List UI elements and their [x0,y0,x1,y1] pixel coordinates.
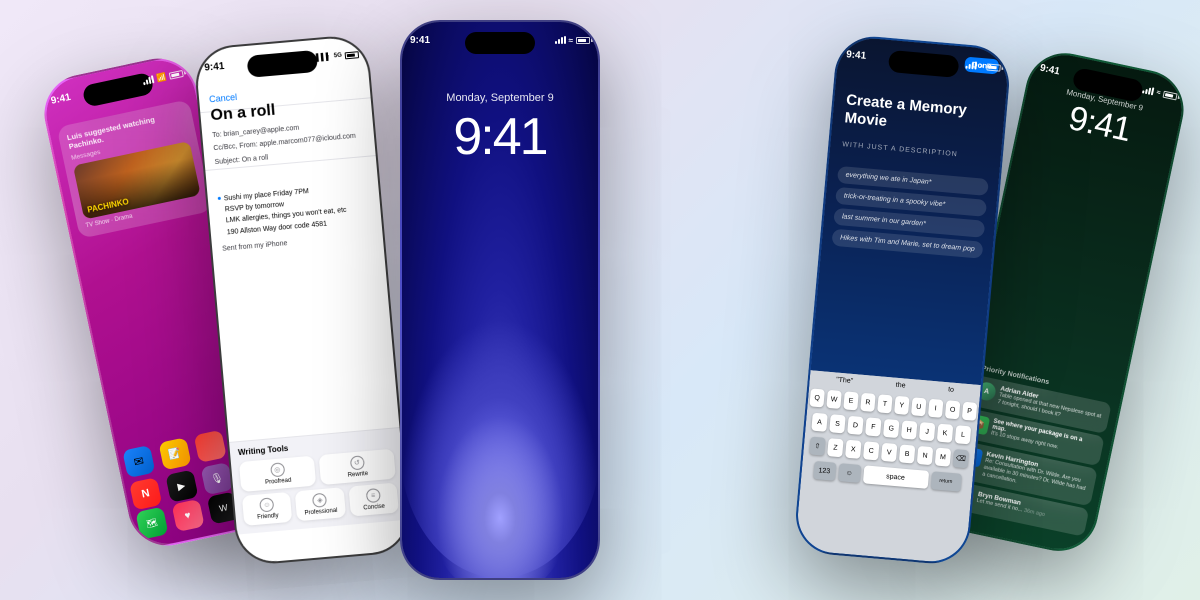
status-time-5: 9:41 [1039,62,1061,77]
key-Q[interactable]: Q [809,388,825,407]
key-space[interactable]: space [862,465,928,489]
lock-date: Monday, September 9 [402,92,598,104]
key-Z[interactable]: Z [827,438,844,457]
mail-body[interactable]: Sushi my place Friday 7PM RSVP by tomorr… [217,181,373,255]
key-Y[interactable]: Y [894,396,910,415]
key-delete[interactable]: ⌫ [953,449,970,468]
memory-title: Create a Memory Movie [844,91,994,140]
key-N[interactable]: N [917,446,934,465]
app-mail[interactable]: ✉ [122,445,155,478]
status-icons-2: ▌▌▌ 5G [316,51,359,62]
proofread-label: Proofread [265,478,292,486]
wifi-icon-5: ≈ [1156,89,1161,97]
suggestion-3[interactable]: to [948,386,954,393]
battery-5 [1163,90,1178,100]
key-C[interactable]: C [863,441,880,460]
status-icons-5: ≈ [1142,85,1178,100]
status-time-4: 9:41 [846,49,867,62]
key-I[interactable]: I [928,399,944,418]
key-X[interactable]: X [845,440,862,459]
key-T[interactable]: T [877,394,893,413]
wifi-icon-4: ≈ [980,62,984,69]
professional-button[interactable]: ◈ Professional [295,487,346,521]
keyboard[interactable]: "The" the to Q W E R T Y U I O [795,370,981,564]
concise-button[interactable]: ≡ Concise [348,483,399,517]
key-W[interactable]: W [826,390,842,409]
key-G[interactable]: G [883,419,900,438]
key-F[interactable]: F [865,417,882,436]
status-time-2: 9:41 [204,60,225,73]
key-123[interactable]: 123 [813,461,836,481]
rewrite-icon: ↺ [349,455,364,470]
friendly-icon: ☺ [259,497,274,512]
battery-2 [345,51,360,59]
status-icons-1: 📶 [142,68,184,85]
status-icons-4: ≈ [966,61,1001,72]
status-icons-3: ≈ [555,36,590,45]
suggestion-1[interactable]: "The" [836,377,854,385]
status-time-3: 9:41 [410,35,430,46]
signal-icon-3 [555,36,566,44]
app-news[interactable]: N [129,477,162,510]
professional-label: Professional [304,508,337,517]
suggestion-2[interactable]: the [895,382,905,390]
memory-items-list: everything we ate in Japan* trick-or-tre… [821,165,999,264]
key-L[interactable]: L [955,425,972,444]
proofread-icon: ◎ [270,462,285,477]
professional-icon: ◈ [312,493,327,508]
rewrite-button[interactable]: ↺ Rewrite [319,449,396,485]
wifi-icon-1: 📶 [156,72,168,83]
key-B[interactable]: B [899,444,916,463]
phone-lockscreen: 9:41 ≈ Monday, September 9 9:41 [400,20,600,580]
writing-tools-panel: Writing Tools ◎ Proofread ↺ Rewrite [229,427,407,535]
key-H[interactable]: H [901,420,918,439]
key-P[interactable]: P [962,402,978,421]
key-J[interactable]: J [919,422,936,441]
key-D[interactable]: D [847,416,864,435]
app-tv[interactable]: ▶ [165,470,198,503]
signal-icon-2: ▌▌▌ [316,53,331,61]
key-M[interactable]: M [935,448,952,467]
message-card[interactable]: Luis suggested watching Pachinko. Messag… [57,99,213,239]
app-maps[interactable]: 🗺 [135,507,168,540]
battery-4 [986,63,1001,71]
concise-label: Concise [363,504,385,512]
memory-subtitle: WITH JUST A DESCRIPTION [842,141,989,161]
friendly-label: Friendly [257,513,279,521]
status-time-1: 9:41 [50,91,72,106]
wifi-icon-3: ≈ [569,36,573,45]
phones-container: 9:41 📶 Luis suggested watching Pachinko.… [0,0,1200,600]
key-U[interactable]: U [911,397,927,416]
lock-time: 9:41 [402,107,598,167]
battery-3 [576,37,590,44]
key-A[interactable]: A [811,413,828,432]
app-reminders[interactable] [194,430,227,463]
concise-icon: ≡ [366,488,381,503]
app-health[interactable]: ♥ [171,499,204,532]
key-S[interactable]: S [829,414,846,433]
friendly-button[interactable]: ☺ Friendly [242,492,293,526]
key-shift[interactable]: ⇧ [809,437,826,456]
key-V[interactable]: V [881,443,898,462]
status-bar-3: 9:41 ≈ [410,30,590,50]
signal-icon-4 [966,61,978,70]
proofread-button[interactable]: ◎ Proofread [239,456,316,492]
carrier-2: 5G [334,53,343,60]
signal-icon-1 [142,75,154,85]
app-notes[interactable]: 📝 [158,437,191,470]
key-K[interactable]: K [937,424,954,443]
key-O[interactable]: O [945,400,961,419]
key-emoji[interactable]: ☺ [837,463,860,483]
rewrite-label: Rewrite [348,471,369,479]
signal-icon-5 [1142,85,1154,95]
key-return[interactable]: return [930,471,961,492]
battery-icon-1 [169,69,184,79]
key-R[interactable]: R [860,393,876,412]
key-E[interactable]: E [843,391,859,410]
